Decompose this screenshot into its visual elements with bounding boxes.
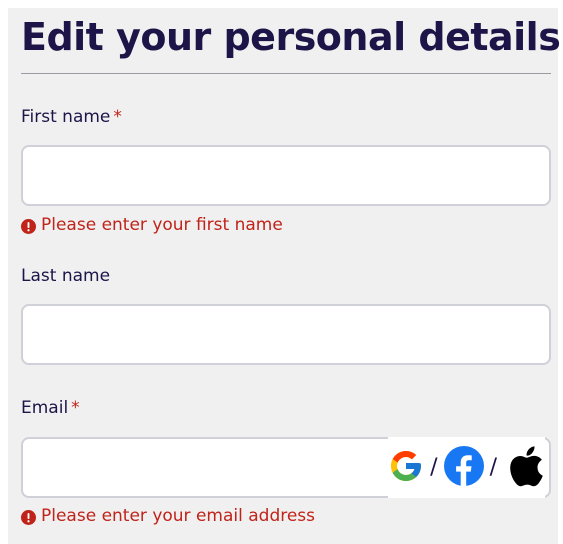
first-name-field[interactable] — [21, 145, 551, 206]
first-name-error-text: Please enter your first name — [41, 215, 283, 235]
email-label: Email * — [21, 397, 80, 419]
page-title: Edit your personal details — [21, 15, 561, 59]
required-marker: * — [71, 398, 80, 418]
first-name-input[interactable] — [23, 147, 549, 204]
email-field[interactable]: / / — [21, 437, 551, 498]
first-name-error: Please enter your first name — [21, 214, 283, 236]
facebook-icon[interactable] — [443, 445, 484, 490]
social-separator: / — [430, 455, 438, 480]
last-name-input[interactable] — [23, 306, 549, 363]
social-login-icons: / / — [388, 437, 545, 498]
email-label-text: Email — [21, 398, 69, 418]
last-name-field[interactable] — [21, 304, 551, 365]
last-name-label: Last name — [21, 265, 110, 287]
email-error: Please enter your email address — [21, 505, 315, 527]
apple-icon[interactable] — [503, 441, 545, 495]
last-name-label-text: Last name — [21, 266, 111, 286]
required-marker: * — [113, 107, 122, 127]
title-divider — [21, 73, 551, 74]
social-separator: / — [489, 455, 497, 480]
error-icon — [21, 509, 36, 525]
email-error-text: Please enter your email address — [41, 506, 316, 526]
error-icon — [21, 218, 36, 234]
first-name-label: First name * — [21, 106, 122, 128]
google-icon[interactable] — [388, 448, 424, 488]
first-name-label-text: First name — [21, 107, 111, 127]
